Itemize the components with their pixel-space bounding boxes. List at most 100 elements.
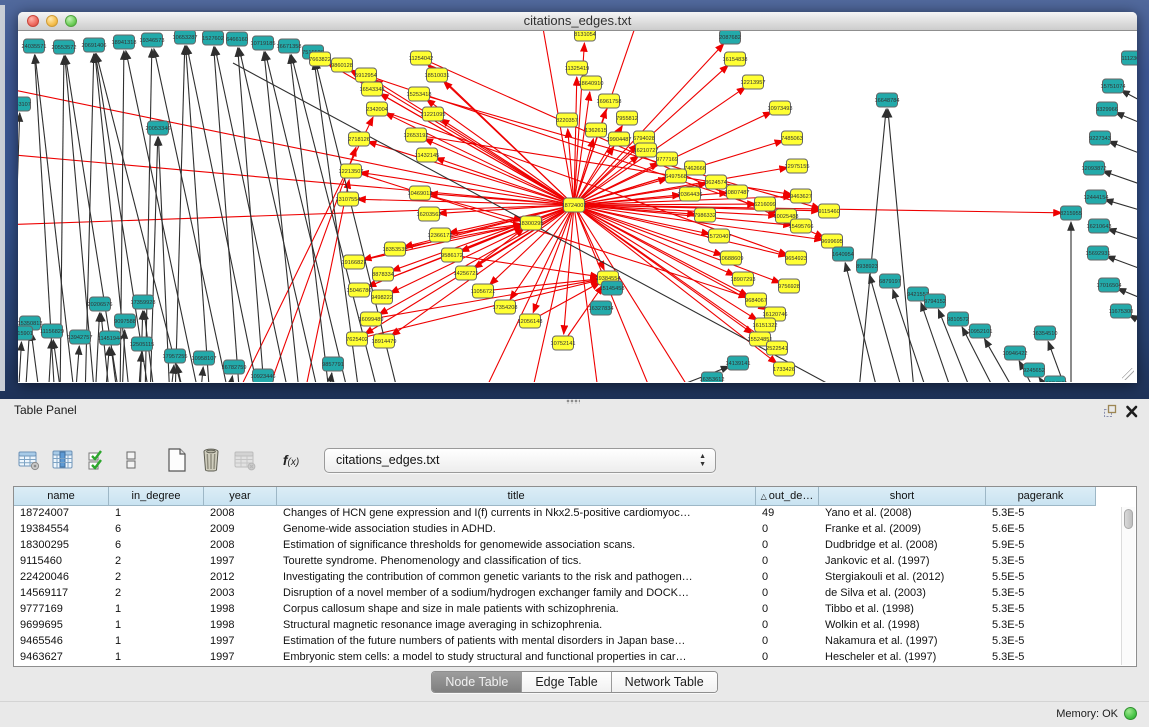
graph-node[interactable]: 19904487 bbox=[607, 132, 632, 146]
graph-node[interactable]: 9227343 bbox=[1089, 131, 1111, 145]
column-header-title[interactable]: title bbox=[277, 487, 756, 506]
graph-node[interactable]: 9498222 bbox=[371, 290, 393, 304]
graph-node[interactable]: 10688609 bbox=[719, 251, 744, 265]
graph-node[interactable]: 16151322 bbox=[753, 318, 778, 332]
graph-node[interactable]: 12213957 bbox=[741, 75, 766, 89]
graph-node[interactable]: 11325419 bbox=[565, 61, 589, 75]
graph-node[interactable]: 10946422 bbox=[1003, 346, 1028, 360]
table-scrollbar[interactable] bbox=[1121, 507, 1135, 665]
column-visibility-icon[interactable] bbox=[48, 445, 78, 475]
table-row[interactable]: 911546021997Tourette syndrome. Phenomeno… bbox=[14, 554, 1136, 570]
graph-node[interactable]: 18353535 bbox=[383, 242, 408, 256]
graph-node[interactable]: 9699695 bbox=[821, 234, 843, 248]
graph-node[interactable]: 11156829 bbox=[40, 324, 64, 338]
graph-node[interactable]: 16203562 bbox=[417, 207, 442, 221]
tab-node-table[interactable]: Node Table bbox=[432, 672, 522, 692]
graph-node[interactable]: 7462666 bbox=[684, 161, 706, 175]
close-panel-icon[interactable] bbox=[1124, 403, 1140, 419]
graph-node[interactable]: 9245652 bbox=[1023, 363, 1045, 377]
graph-node[interactable]: 9586172 bbox=[441, 248, 463, 262]
graph-node[interactable]: 20053346 bbox=[146, 121, 171, 135]
graph-node[interactable]: 1640954 bbox=[832, 247, 854, 261]
graph-node[interactable]: 12213507 bbox=[339, 164, 364, 178]
graph-node[interactable]: 1527602 bbox=[202, 31, 224, 45]
graph-node[interactable]: 10924501 bbox=[1043, 376, 1068, 382]
graph-node[interactable]: 16099489 bbox=[359, 312, 384, 326]
graph-node[interactable]: 12093872 bbox=[1082, 161, 1107, 175]
graph-node[interactable]: 19346573 bbox=[140, 33, 165, 47]
graph-node[interactable]: 10958107 bbox=[192, 351, 217, 365]
graph-node[interactable]: 2053107 bbox=[18, 97, 31, 111]
graph-node[interactable]: 16782759 bbox=[222, 360, 247, 374]
graph-node[interactable]: 17354208 bbox=[493, 300, 518, 314]
graph-node[interactable]: 18640910 bbox=[579, 76, 604, 90]
table-row[interactable]: 1938455462009Genome-wide association stu… bbox=[14, 522, 1136, 538]
graph-node[interactable]: 9115460 bbox=[818, 204, 839, 218]
graph-node[interactable]: 1362615 bbox=[585, 123, 607, 137]
graph-node[interactable]: 18941318 bbox=[112, 35, 137, 49]
column-header-in-degree[interactable]: in_degree bbox=[109, 487, 204, 506]
graph-node[interactable]: 10952101 bbox=[968, 324, 993, 338]
graph-node[interactable]: 18907293 bbox=[731, 272, 756, 286]
graph-node[interactable]: 10719185 bbox=[251, 36, 276, 50]
close-traffic-light[interactable] bbox=[27, 15, 39, 27]
graph-node[interactable]: 2342004 bbox=[366, 102, 388, 116]
graph-node[interactable]: 16671358 bbox=[277, 39, 302, 53]
graph-node[interactable]: 9463627 bbox=[790, 189, 812, 203]
column-header-name[interactable]: name bbox=[14, 487, 109, 506]
graph-node[interactable]: 8220357 bbox=[556, 113, 578, 127]
tab-edge-table[interactable]: Edge Table bbox=[522, 672, 611, 692]
graph-node[interactable]: 11254042 bbox=[409, 51, 433, 65]
graph-node[interactable]: 16210727 bbox=[634, 143, 659, 157]
table-row[interactable]: 2242004622012Investigating the contribut… bbox=[14, 570, 1136, 586]
graph-node[interactable]: 16543348 bbox=[360, 82, 385, 96]
select-all-icon[interactable] bbox=[82, 445, 112, 475]
graph-node[interactable]: 2718126 bbox=[348, 132, 370, 146]
table-row[interactable]: 1830029562008Estimation of significance … bbox=[14, 538, 1136, 554]
graph-node[interactable]: 20553572 bbox=[52, 40, 77, 54]
graph-node[interactable]: 6497568 bbox=[665, 169, 687, 183]
graph-node[interactable]: 12444154 bbox=[1084, 190, 1109, 204]
graph-node[interactable]: 16353612 bbox=[700, 372, 725, 382]
graph-node[interactable]: 15495766 bbox=[789, 219, 814, 233]
row-height-icon[interactable] bbox=[116, 445, 146, 475]
table-row[interactable]: 946554611997Estimation of the future num… bbox=[14, 634, 1136, 650]
graph-node[interactable]: 16327834 bbox=[589, 301, 614, 315]
graph-node[interactable]: 9860128 bbox=[331, 58, 353, 72]
graph-node[interactable]: 15253418 bbox=[407, 87, 432, 101]
graph-node[interactable]: 9684067 bbox=[745, 293, 767, 307]
column-header-year[interactable]: year bbox=[204, 487, 277, 506]
graph-node[interactable]: 11675300 bbox=[1109, 304, 1133, 318]
table-row[interactable]: 1456911722003Disruption of a novel membe… bbox=[14, 586, 1136, 602]
table-row[interactable]: 1872400712008Changes of HCN gene express… bbox=[14, 506, 1136, 522]
graph-node[interactable]: 8878334 bbox=[372, 267, 394, 281]
graph-node[interactable]: 15720407 bbox=[707, 229, 732, 243]
graph-node[interactable]: 3915901 bbox=[18, 326, 33, 340]
graph-node[interactable]: 10653287 bbox=[173, 31, 198, 44]
network-window-titlebar[interactable]: citations_edges.txt bbox=[18, 12, 1137, 31]
graph-node[interactable]: 10923446 bbox=[251, 369, 276, 382]
graph-node[interactable]: 13107554 bbox=[336, 192, 361, 206]
graph-node[interactable]: 12975155 bbox=[785, 159, 810, 173]
graph-node[interactable]: 10752141 bbox=[551, 336, 576, 350]
graph-node[interactable]: 9857791 bbox=[322, 357, 344, 371]
canvas-resize-grip[interactable] bbox=[1122, 368, 1134, 380]
graph-node[interactable]: 18510031 bbox=[425, 68, 450, 82]
graph-node[interactable]: 9794152 bbox=[924, 294, 946, 308]
graph-node[interactable]: 11056721 bbox=[471, 284, 495, 298]
graph-node[interactable]: 16354510 bbox=[1033, 326, 1058, 340]
graph-node[interactable]: 10807487 bbox=[725, 185, 750, 199]
graph-node[interactable]: 18914479 bbox=[372, 334, 397, 348]
graph-node[interactable]: 9756928 bbox=[778, 279, 800, 293]
graph-node[interactable]: 6879197 bbox=[879, 274, 901, 288]
graph-node[interactable]: 8215955 bbox=[1060, 206, 1082, 220]
graph-node[interactable]: 20691406 bbox=[82, 38, 107, 52]
graph-node[interactable]: 12505115 bbox=[130, 337, 154, 351]
graph-node[interactable]: 3624574 bbox=[705, 175, 727, 189]
graph-node[interactable]: 16154838 bbox=[723, 52, 748, 66]
graph-node[interactable]: 13942757 bbox=[68, 330, 93, 344]
table-scrollbar-thumb[interactable] bbox=[1124, 509, 1133, 529]
graph-node[interactable]: 18300295 bbox=[519, 216, 544, 230]
graph-node[interactable]: 21221095 bbox=[421, 107, 446, 121]
graph-node[interactable]: 7955812 bbox=[616, 111, 638, 125]
